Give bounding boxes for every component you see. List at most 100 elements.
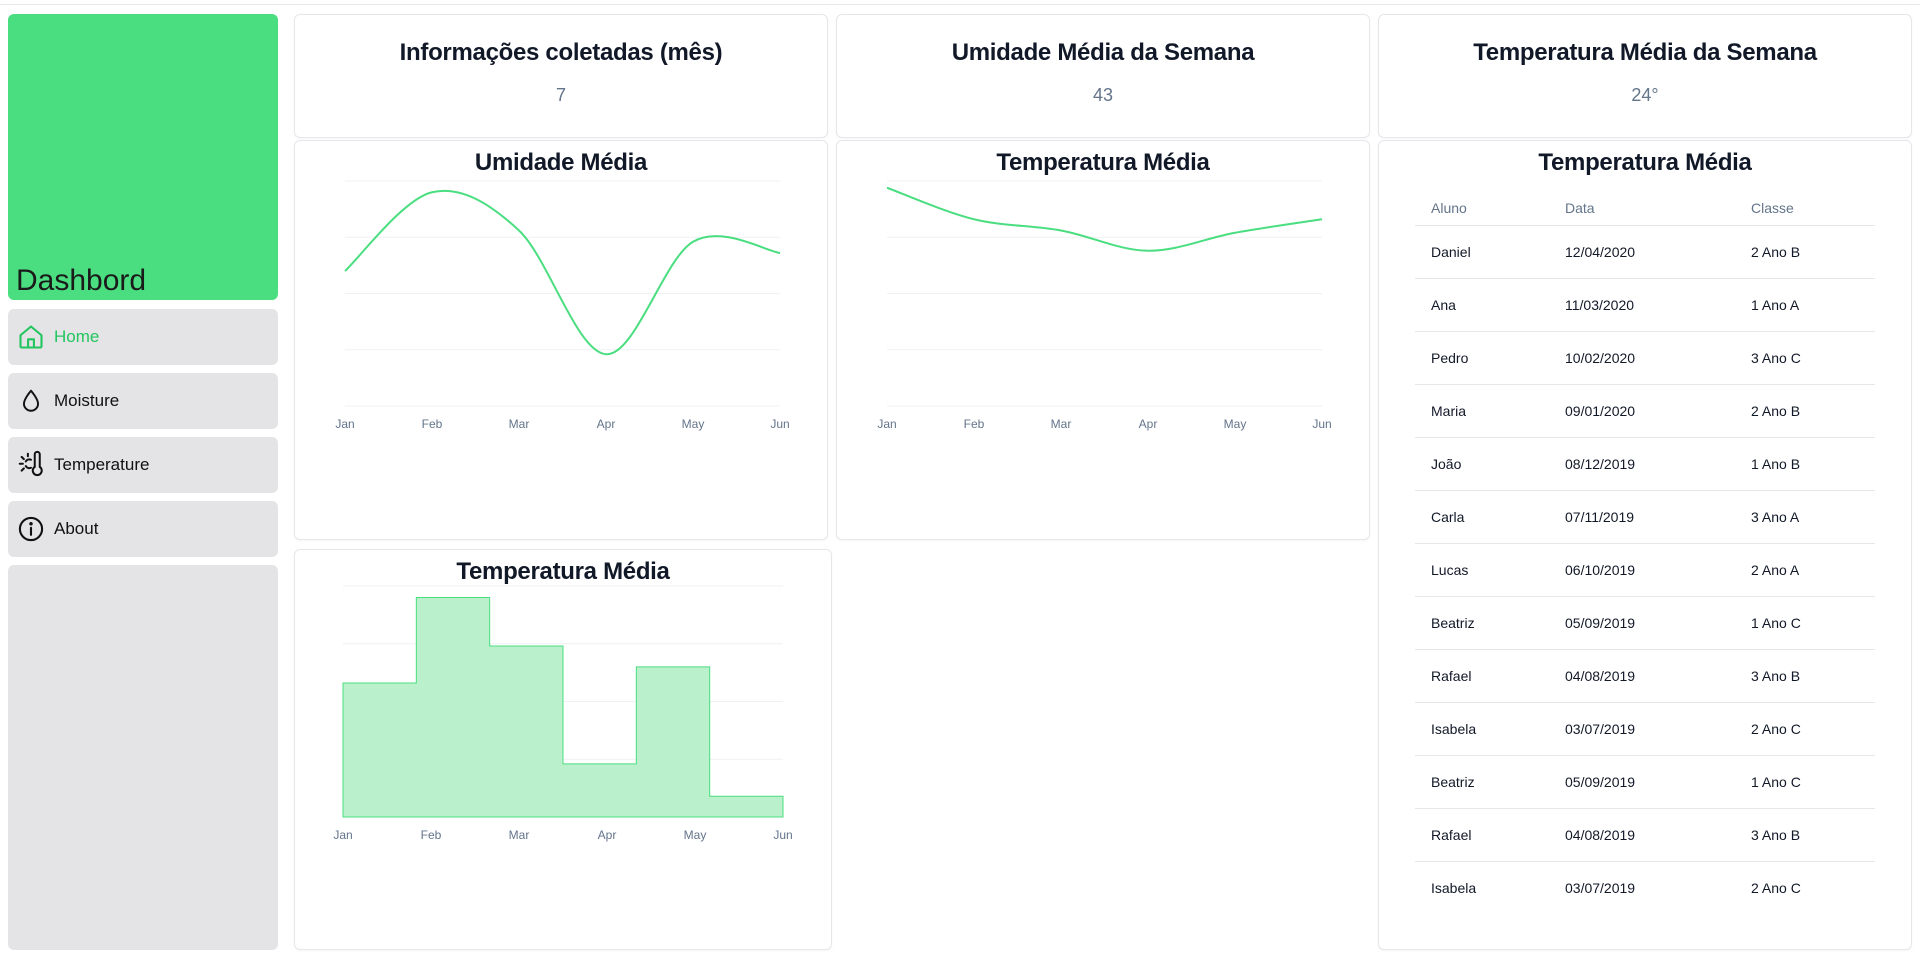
stat-value: 24° [1631, 85, 1659, 105]
x-tick-label: Feb [964, 417, 985, 431]
x-tick-label: Jun [770, 417, 789, 431]
x-tick-label: Mar [509, 417, 530, 431]
students-table: Aluno Data Classe Daniel 12/04/2020 2 Ano … [1415, 191, 1875, 914]
column-header-aluno: Aluno [1415, 191, 1549, 226]
stat-card-humidity: Umidade Média da Semana 43 [836, 14, 1370, 138]
series-line [344, 189, 781, 356]
stat-card-info: Informações coletadas (mês) 7 [294, 14, 828, 138]
cell-data: 11/03/2020 [1549, 278, 1735, 332]
x-tick-label: Jan [335, 417, 354, 431]
cell-classe: 2 Ano C [1751, 879, 1801, 896]
humidity-line-chart: Jan Feb Mar Apr May Jun [335, 180, 790, 431]
cell-data: 04/08/2019 [1549, 808, 1735, 862]
x-tick-label: Mar [1051, 417, 1072, 431]
cell-classe: 3 Ano B [1735, 649, 1875, 703]
top-divider [0, 4, 1920, 5]
cell-classe: 2 Ano A [1735, 543, 1875, 597]
table-header-row: Aluno Data Classe [1415, 191, 1875, 226]
table-row: Beatriz 05/09/2019 1 Ano C [1415, 596, 1875, 650]
column-header-data: Data [1549, 191, 1735, 226]
cell-data: 12/04/2020 [1549, 225, 1735, 279]
table-row: Ana 11/03/2020 1 Ano A [1415, 278, 1875, 332]
cell-aluno: Daniel [1415, 225, 1549, 279]
stat-card-temperature: Temperatura Média da Semana 24° [1378, 14, 1912, 138]
x-tick-label: Jun [1312, 417, 1331, 431]
sidebar-item-moisture[interactable]: Moisture [8, 373, 278, 429]
cell-aluno: João [1415, 437, 1549, 491]
cell-data: 10/02/2020 [1549, 331, 1735, 385]
table-row: Rafael 04/08/2019 3 Ano B [1415, 649, 1875, 703]
cell-aluno: Beatriz [1415, 596, 1549, 650]
sidebar-item-label: Moisture [54, 391, 120, 410]
cell-data: 09/01/2020 [1549, 384, 1735, 438]
cell-data: 03/07/2019 [1549, 702, 1735, 756]
chart-card-temperature-line: Temperatura Média Jan Feb Mar Apr May Jun [836, 140, 1370, 540]
area-fill [342, 597, 784, 818]
series-line [886, 186, 1323, 252]
table-row: Lucas 06/10/2019 2 Ano A [1415, 543, 1875, 597]
cell-classe: 2 Ano B [1735, 384, 1875, 438]
table-row: Pedro 10/02/2020 3 Ano C [1415, 331, 1875, 385]
x-tick-label: Feb [421, 828, 442, 842]
cell-aluno: Carla [1415, 490, 1549, 544]
brand-title: Dashbord [16, 264, 147, 297]
home-icon [16, 322, 46, 352]
cell-aluno: Isabela [1415, 702, 1549, 756]
sidebar-item-label: Home [54, 327, 100, 346]
cell-aluno: Beatriz [1415, 755, 1549, 809]
x-tick-label: May [682, 417, 705, 431]
sidebar: Dashbord Home Moisture Temperature About [8, 14, 278, 950]
x-tick-label: May [684, 828, 707, 842]
cell-aluno: Pedro [1415, 331, 1549, 385]
stat-value: 7 [555, 85, 566, 105]
chart-card-temperature-area: Temperatura Média Jan Feb Mar Apr May Jun [294, 549, 832, 950]
droplet-icon [16, 386, 46, 416]
cell-data: 05/09/2019 [1549, 596, 1735, 650]
cell-classe: 1 Ano C [1735, 755, 1875, 809]
cell-data: 05/09/2019 [1549, 755, 1735, 809]
table-row: Isabela 03/07/2019 2 Ano C [1415, 702, 1875, 756]
sidebar-item-about[interactable]: About [8, 501, 278, 557]
stat-value: 43 [1092, 85, 1114, 105]
column-header-classe: Classe [1735, 191, 1875, 226]
cell-aluno: Rafael [1415, 808, 1549, 862]
cell-aluno: Maria [1415, 384, 1549, 438]
x-tick-label: Jan [333, 828, 352, 842]
x-tick-label: Jun [773, 828, 792, 842]
stat-title: Umidade Média da Semana [951, 39, 1255, 66]
cell-classe: 1 Ano B [1735, 437, 1875, 491]
temperature-area-chart: Jan Feb Mar Apr May Jun [333, 585, 793, 842]
table-title: Temperatura Média [1538, 149, 1752, 176]
cell-aluno: Lucas [1415, 543, 1549, 597]
sidebar-item-home[interactable]: Home [8, 309, 278, 365]
cell-classe: 3 Ano C [1735, 331, 1875, 385]
x-tick-label: Apr [598, 828, 617, 842]
table-row: Maria 09/01/2020 2 Ano B [1415, 384, 1875, 438]
x-tick-label: May [1224, 417, 1247, 431]
info-icon [16, 514, 46, 544]
cell-classe: 1 Ano A [1735, 278, 1875, 332]
table-row: Daniel 12/04/2020 2 Ano B [1415, 225, 1875, 279]
table-row: Isabela 03/07/2019 2 Ano C [1415, 861, 1875, 914]
sidebar-item-temperature[interactable]: Temperature [8, 437, 278, 493]
x-tick-label: Feb [422, 417, 443, 431]
table-row: João 08/12/2019 1 Ano B [1415, 437, 1875, 491]
cell-data: 07/11/2019 [1549, 490, 1735, 544]
temperature-line-chart: Jan Feb Mar Apr May Jun [877, 180, 1332, 431]
x-tick-label: Jan [877, 417, 896, 431]
table-row: Beatriz 05/09/2019 1 Ano C [1415, 755, 1875, 809]
thermometer-sun-icon [16, 450, 46, 480]
sidebar-empty-panel [8, 565, 278, 950]
table-row: Rafael 04/08/2019 3 Ano B [1415, 808, 1875, 862]
cell-aluno: Isabela [1431, 879, 1477, 896]
table-card: Temperatura Média Aluno Data Classe Dani… [1378, 140, 1912, 950]
stat-title: Temperatura Média da Semana [1473, 39, 1817, 66]
cell-aluno: Ana [1415, 278, 1549, 332]
brand-panel: Dashbord [8, 14, 278, 300]
cell-classe: 3 Ano A [1735, 490, 1875, 544]
cell-data: 06/10/2019 [1549, 543, 1735, 597]
cell-classe: 2 Ano C [1735, 702, 1875, 756]
cell-classe: 1 Ano C [1735, 596, 1875, 650]
x-tick-label: Mar [509, 828, 530, 842]
sidebar-item-label: Temperature [54, 455, 150, 474]
